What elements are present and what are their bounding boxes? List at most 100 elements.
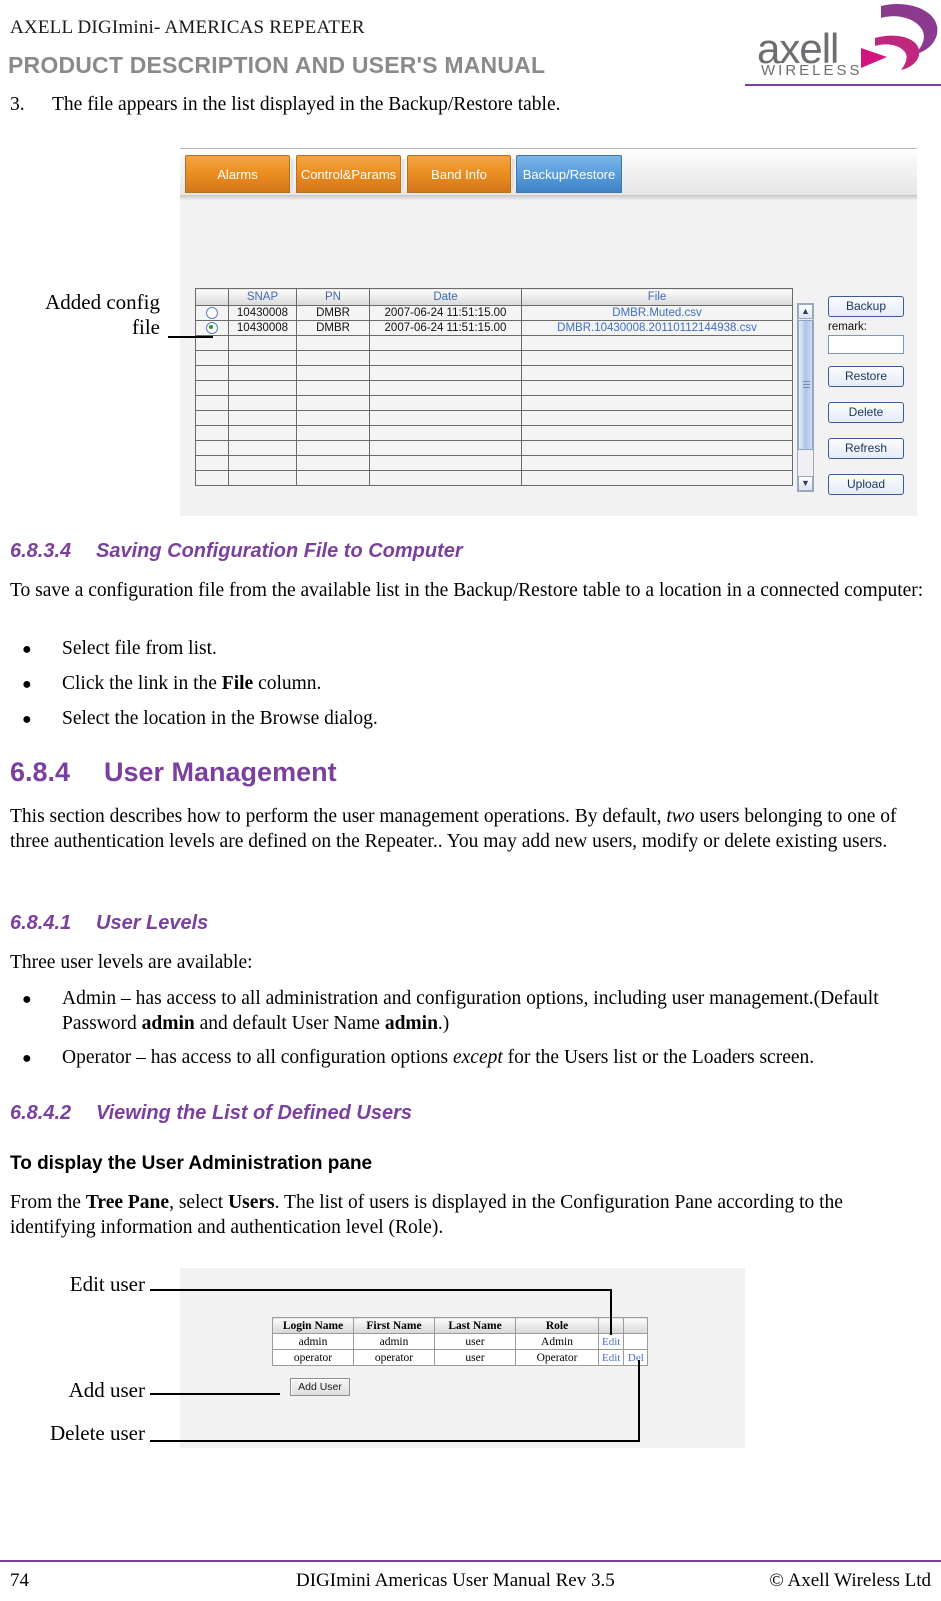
remark-input[interactable] bbox=[828, 335, 904, 354]
scroll-up-arrow[interactable]: ▲ bbox=[798, 304, 813, 319]
footer-doc-name: DIGImini Americas User Manual Rev 3.5 bbox=[296, 1570, 615, 1591]
logo-subtext: WIRELESS bbox=[761, 62, 863, 79]
cell-pn: DMBR bbox=[296, 320, 370, 336]
bullet-dot-icon: ● bbox=[22, 1050, 32, 1067]
paragraph-6834-intro: To save a configuration file from the av… bbox=[10, 578, 930, 603]
heading-684-title: User Management bbox=[104, 757, 337, 787]
heading-6834: 6.8.3.4 Saving Configuration File to Comp… bbox=[10, 540, 463, 563]
bullet-click-file-link: ● Click the link in the File column. bbox=[22, 671, 912, 696]
paragraph-6841-intro: Three user levels are available: bbox=[10, 952, 253, 973]
callout-add-user: Add user bbox=[68, 1378, 145, 1402]
empty-row bbox=[195, 395, 793, 411]
bullet-text: Select the location in the Browse dialog… bbox=[62, 708, 378, 729]
table-header-row: SNAP PN Date File bbox=[195, 288, 793, 306]
admin-line1: Admin – has access to all administration… bbox=[62, 988, 814, 1009]
table-vertical-scrollbar[interactable]: ▲ ▼ bbox=[797, 303, 814, 492]
edit-user-link[interactable]: Edit bbox=[597, 1333, 625, 1350]
subheading-user-admin-pane: To display the User Administration pane bbox=[10, 1153, 373, 1174]
callout-leader-delete-user-vertical bbox=[638, 1360, 640, 1440]
step-item: 3. The file appears in the list displaye… bbox=[10, 94, 560, 116]
radio-button-selected[interactable] bbox=[206, 321, 218, 334]
page-header: AXELL DIGImini- AMERICAS REPEATER PRODUC… bbox=[0, 0, 941, 88]
tab-band-info[interactable]: Band Info bbox=[407, 155, 511, 193]
para-684-italic: two bbox=[666, 806, 695, 827]
cell-date: 2007-06-24 11:51:15.00 bbox=[369, 320, 522, 336]
heading-6841: 6.8.4.1 User Levels bbox=[10, 912, 208, 935]
upload-button[interactable]: Upload bbox=[828, 474, 904, 495]
column-header-date: Date bbox=[369, 288, 522, 306]
tab-alarms[interactable]: Alarms bbox=[185, 155, 290, 193]
empty-row bbox=[195, 425, 793, 441]
intro-line-2: connected computer: bbox=[760, 580, 924, 601]
bullet-text: Click the link in the File column. bbox=[62, 671, 912, 696]
cell-role: Admin bbox=[515, 1333, 599, 1350]
column-header-role: Role bbox=[515, 1317, 599, 1334]
cell-role: Operator bbox=[515, 1349, 599, 1366]
para-684-line3: modify or delete existing users. bbox=[641, 831, 888, 852]
page-number: 74 bbox=[10, 1570, 29, 1591]
para-684-a: This section describes how to perform th… bbox=[10, 806, 667, 827]
bullet-dot-icon: ● bbox=[22, 676, 32, 693]
scrollbar-thumb[interactable] bbox=[798, 320, 813, 450]
admin-line2-bold1: admin bbox=[141, 1013, 195, 1034]
document-title: PRODUCT DESCRIPTION AND USER'S MANUAL bbox=[8, 52, 546, 78]
tab-backup-restore[interactable]: Backup/Restore bbox=[516, 155, 622, 193]
table-row[interactable]: 10430008 DMBR 2007-06-24 11:51:15.00 DMB… bbox=[195, 320, 793, 336]
cell-first-name: admin bbox=[353, 1333, 435, 1350]
backup-action-buttons: Backup remark: Restore Delete Refresh Up… bbox=[828, 296, 908, 495]
heading-684-number: 6.8.4 bbox=[10, 757, 71, 787]
radio-button-unselected[interactable] bbox=[206, 306, 218, 319]
restore-button[interactable]: Restore bbox=[828, 366, 904, 387]
cell-pn: DMBR bbox=[296, 305, 370, 321]
heading-6842-number: 6.8.4.2 bbox=[10, 1102, 72, 1124]
cell-last-name: user bbox=[434, 1349, 516, 1366]
cell-file-link[interactable]: DMBR.Muted.csv bbox=[521, 305, 793, 321]
callout-line-1: Added config bbox=[45, 290, 160, 314]
para-684-b: users bbox=[694, 806, 740, 827]
backup-button[interactable]: Backup bbox=[828, 296, 904, 317]
cell-snap: 10430008 bbox=[228, 320, 297, 336]
edit-user-link[interactable]: Edit bbox=[597, 1349, 625, 1366]
operator-b: for the Users list or the Loaders screen… bbox=[502, 1047, 815, 1068]
tab-strip: Alarms Control&Params Band Info Backup/R… bbox=[180, 148, 917, 201]
empty-row bbox=[195, 410, 793, 426]
bullet-text: Operator – has access to all configurati… bbox=[62, 1045, 917, 1070]
paragraph-684: This section describes how to perform th… bbox=[10, 804, 930, 854]
operator-a: Operator – has access to all configurati… bbox=[62, 1047, 453, 1068]
empty-row bbox=[195, 440, 793, 456]
heading-6842: 6.8.4.2 Viewing the List of Defined Users bbox=[10, 1102, 412, 1125]
table-header-row: Login Name First Name Last Name Role bbox=[272, 1317, 649, 1334]
heading-6842-title: Viewing the List of Defined Users bbox=[96, 1102, 412, 1124]
tab-control-params[interactable]: Control&Params bbox=[296, 155, 401, 193]
callout-leader-edit-user-vertical bbox=[610, 1289, 612, 1335]
cell-file-link[interactable]: DMBR.10430008.20110112144938.csv bbox=[521, 320, 793, 336]
cell-date: 2007-06-24 11:51:15.00 bbox=[369, 305, 522, 321]
cell-snap: 10430008 bbox=[228, 305, 297, 321]
header-divider bbox=[745, 84, 941, 86]
delete-button[interactable]: Delete bbox=[828, 402, 904, 423]
scroll-down-arrow[interactable]: ▼ bbox=[798, 476, 813, 491]
row-select-cell[interactable] bbox=[195, 305, 229, 321]
heading-6841-title: User Levels bbox=[96, 912, 209, 934]
row-select-cell[interactable] bbox=[195, 320, 229, 336]
backup-restore-screenshot: Alarms Control&Params Band Info Backup/R… bbox=[180, 148, 917, 516]
bullet-select-location: ● Select the location in the Browse dial… bbox=[22, 706, 912, 731]
callout-added-config-file: Added config file bbox=[20, 290, 160, 340]
cell-login-name: admin bbox=[272, 1333, 354, 1350]
callout-leader-delete-user bbox=[150, 1440, 640, 1442]
bullet-admin-level: ● Admin – has access to all administrati… bbox=[22, 986, 917, 1036]
add-user-button[interactable]: Add User bbox=[290, 1378, 350, 1396]
column-header-first-name: First Name bbox=[353, 1317, 435, 1334]
delete-user-link[interactable]: Del bbox=[623, 1349, 649, 1366]
tab-separator bbox=[402, 159, 406, 189]
footer-copyright: © Axell Wireless Ltd bbox=[769, 1570, 931, 1591]
callout-leader-edit-user bbox=[150, 1289, 612, 1291]
callout-line-2: file bbox=[132, 315, 160, 339]
bullet-dot-icon: ● bbox=[22, 641, 32, 658]
column-header-file: File bbox=[521, 288, 793, 306]
bullet-text: Admin – has access to all administration… bbox=[62, 986, 917, 1036]
bullet-dot-icon: ● bbox=[22, 711, 32, 728]
refresh-button[interactable]: Refresh bbox=[828, 438, 904, 459]
empty-row bbox=[195, 335, 793, 351]
table-row[interactable]: 10430008 DMBR 2007-06-24 11:51:15.00 DMB… bbox=[195, 305, 793, 321]
